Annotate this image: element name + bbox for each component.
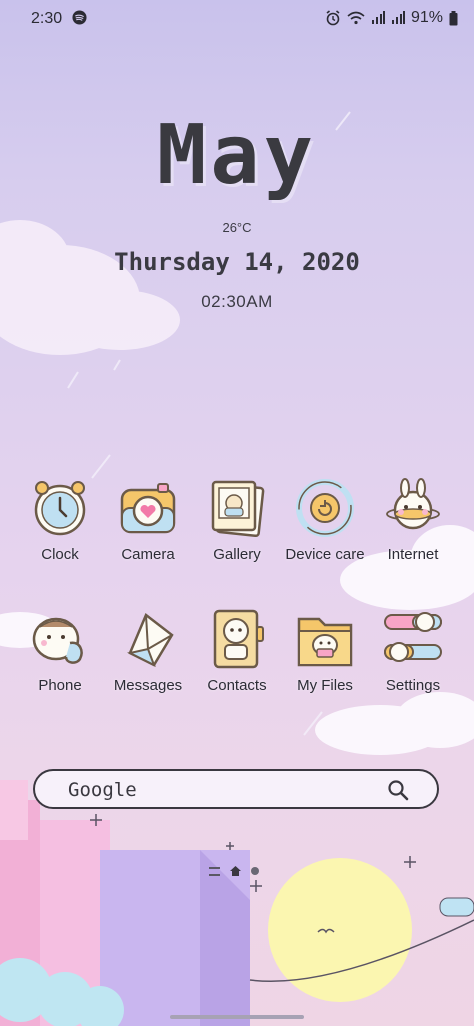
google-search-bar[interactable]: Google (33, 769, 439, 809)
search-label: Google (68, 779, 137, 801)
clock-widget-time[interactable]: 02:30AM (0, 292, 474, 312)
wifi-icon (347, 11, 365, 25)
phone-icon (32, 617, 83, 664)
page-dot (251, 867, 259, 875)
signal-icon-2 (391, 11, 405, 24)
app-label-contacts: Contacts (207, 677, 267, 694)
app-internet[interactable]: Internet (365, 478, 461, 563)
camera-icon (120, 483, 176, 534)
spotify-icon (72, 10, 87, 25)
messages-icon (127, 613, 174, 668)
app-messages[interactable]: Messages (100, 609, 196, 694)
app-label-camera: Camera (121, 546, 175, 563)
app-label-clock: Clock (41, 546, 79, 563)
app-label-gallery: Gallery (213, 546, 261, 563)
app-camera[interactable]: Camera (100, 478, 196, 563)
app-label-internet: Internet (387, 546, 439, 563)
status-time: 2:30 (31, 10, 63, 27)
app-settings[interactable]: Settings (365, 609, 461, 694)
clock-icon (34, 481, 86, 536)
internet-icon (386, 478, 440, 530)
device-care-icon (296, 479, 354, 537)
app-label-phone: Phone (38, 677, 82, 694)
navigation-gesture-handle[interactable] (170, 1015, 304, 1019)
app-label-messages: Messages (113, 677, 183, 694)
app-label-settings: Settings (385, 677, 441, 694)
app-contacts[interactable]: Contacts (189, 609, 285, 694)
app-label-device-care: Device care (285, 546, 365, 563)
status-bar: 2:30 91% (0, 0, 474, 38)
date-text[interactable]: Thursday 14, 2020 (0, 248, 474, 276)
settings-icon (384, 612, 442, 662)
home-page-icon (230, 866, 241, 876)
signal-icon (371, 11, 385, 24)
app-clock[interactable]: Clock (12, 478, 108, 563)
my-files-icon (297, 617, 353, 667)
battery-icon (449, 10, 458, 25)
gallery-icon (211, 480, 265, 538)
status-icons: 91% (325, 9, 458, 27)
month-title[interactable]: May (0, 108, 474, 203)
app-device-care[interactable]: Device care (277, 478, 373, 563)
alarm-icon (326, 10, 340, 26)
app-my-files[interactable]: My Files (277, 609, 373, 694)
app-phone[interactable]: Phone (12, 609, 108, 694)
battery-percentage: 91% (410, 9, 443, 26)
temperature: 26°C (222, 220, 252, 235)
page-indicator[interactable] (209, 866, 259, 876)
page-menu-icon (209, 866, 220, 876)
app-label-my-files: My Files (297, 677, 353, 694)
app-gallery[interactable]: Gallery (189, 478, 285, 563)
contacts-icon (213, 609, 264, 669)
search-icon[interactable] (387, 779, 409, 801)
